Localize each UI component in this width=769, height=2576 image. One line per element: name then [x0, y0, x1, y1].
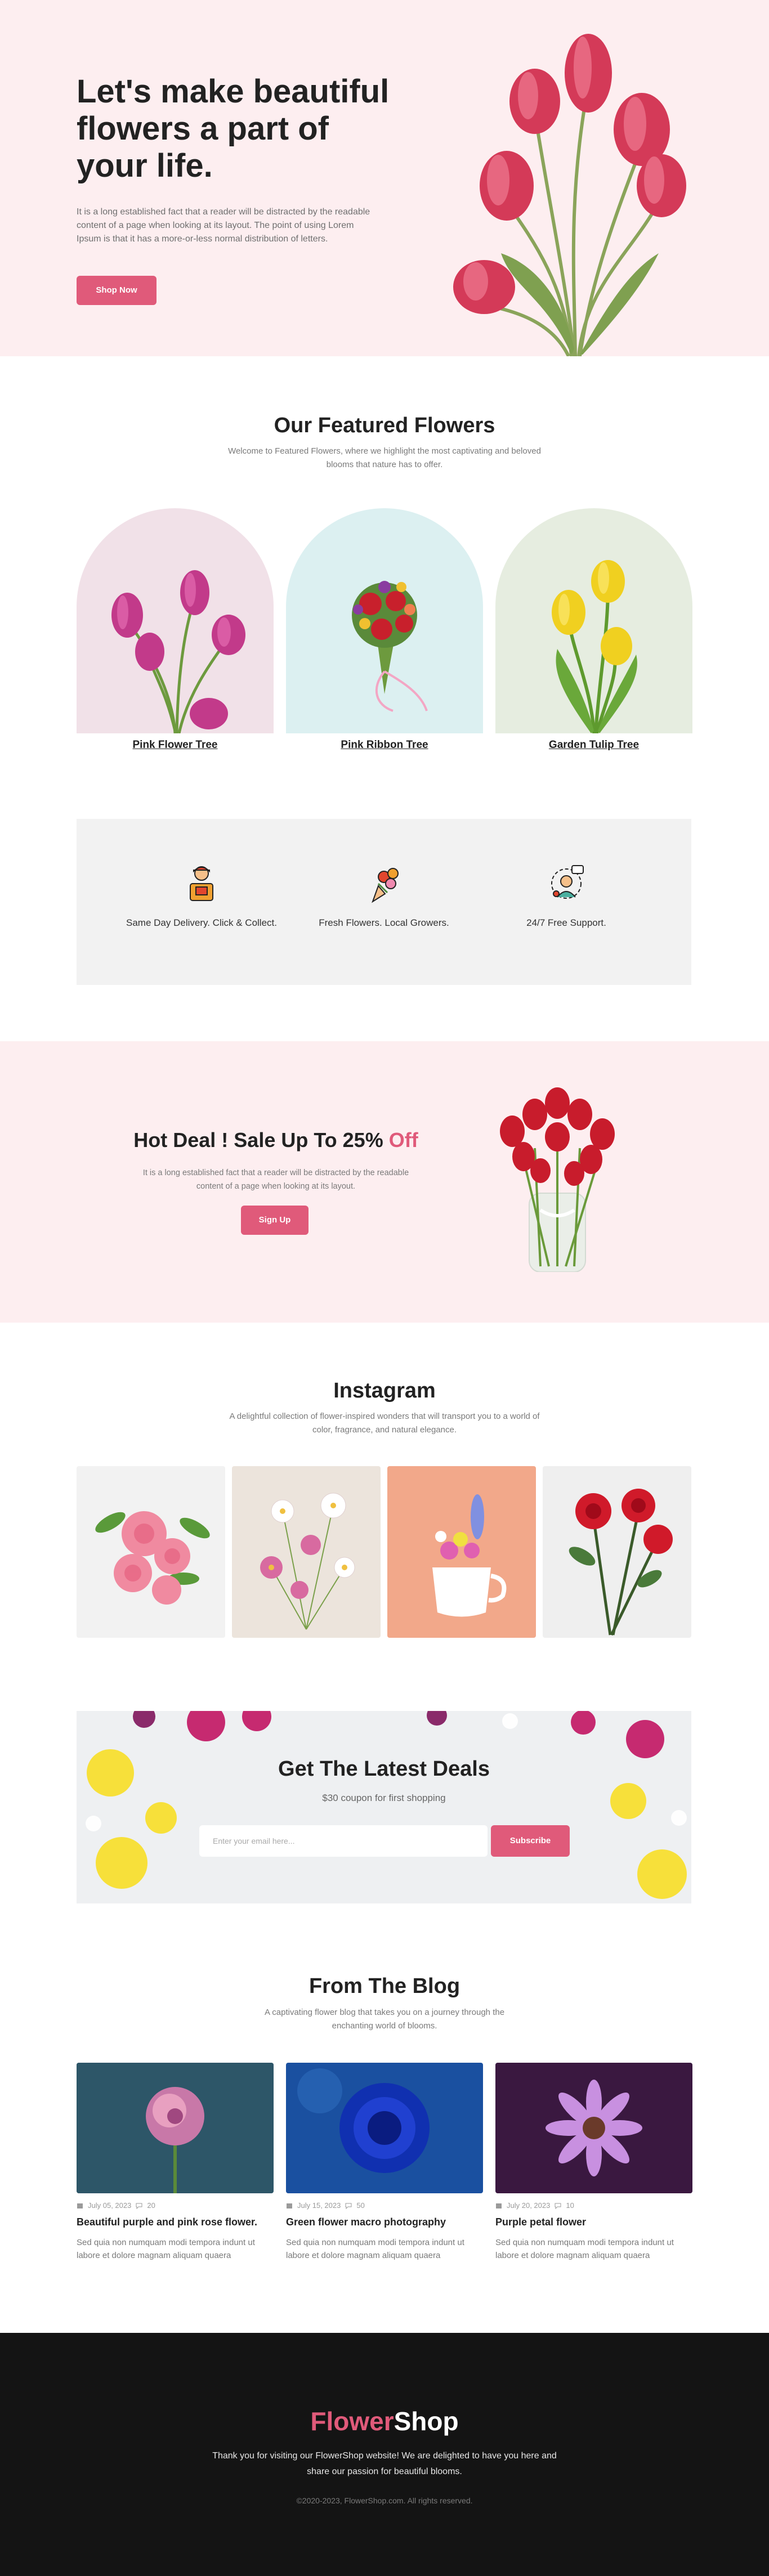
instagram-photo-4[interactable] — [543, 1466, 691, 1638]
instagram-section: Instagram A delightful collection of flo… — [0, 1323, 769, 1660]
purple-daisy-image — [495, 2063, 692, 2193]
instagram-photo-2[interactable] — [232, 1466, 381, 1638]
feature-delivery-label: Same Day Delivery. Click & Collect. — [126, 917, 277, 928]
support-agent-icon — [551, 865, 584, 899]
instagram-title: Instagram — [333, 1379, 436, 1403]
feature-delivery: Same Day Delivery. Click & Collect. — [117, 861, 286, 929]
flowers-in-cup-image — [432, 1494, 507, 1617]
red-roses-image — [569, 1489, 673, 1636]
blog-post-meta: July 05, 2023 20 — [77, 2201, 274, 2210]
featured-title: Our Featured Flowers — [274, 414, 495, 437]
sign-up-button[interactable]: Sign Up — [241, 1206, 309, 1235]
comment-icon — [345, 2203, 352, 2209]
newsletter-title: Get The Latest Deals — [278, 1757, 490, 1781]
deal-title: Hot Deal ! Sale Up To 25% Off — [73, 1128, 479, 1152]
blog-post: July 20, 2023 10 Purple petal flower Sed… — [495, 2063, 692, 2262]
comment-icon — [136, 2203, 142, 2209]
instagram-subtitle: A delightful collection of flower-inspir… — [229, 1412, 540, 1435]
blog-post-date: July 20, 2023 — [507, 2201, 551, 2210]
delivery-person-icon — [190, 866, 213, 901]
red-tulips-image — [453, 34, 686, 356]
yellow-tulip-image — [552, 560, 637, 733]
feature-support-label: 24/7 Free Support. — [526, 917, 606, 928]
calendar-icon — [77, 2203, 83, 2208]
calendar-icon — [287, 2203, 292, 2208]
bouquet-image — [352, 581, 428, 712]
deal-title-text: Hot Deal ! Sale Up To 25% — [133, 1128, 389, 1152]
blog-post-excerpt: Sed quia non numquam modi tempora indunt… — [286, 2238, 464, 2260]
blog-post-date: July 05, 2023 — [88, 2201, 132, 2210]
footer-copyright: ©2020-2023, FlowerShop.com. All rights r… — [296, 2496, 473, 2505]
pink-flower-tree-link[interactable]: Pink Flower Tree — [77, 739, 274, 751]
blog-post-image[interactable] — [495, 2063, 692, 2193]
blog-post-excerpt: Sed quia non numquam modi tempora indunt… — [495, 2238, 674, 2260]
pink-tulip-image — [111, 570, 245, 733]
email-input[interactable] — [199, 1825, 488, 1857]
features-bar: Same Day Delivery. Click & Collect. Fres… — [77, 819, 691, 985]
blog-post-meta: July 20, 2023 10 — [495, 2201, 692, 2210]
featured-flowers-section: Our Featured Flowers Welcome to Featured… — [0, 356, 769, 795]
flowers-background-image — [86, 1711, 687, 1899]
blue-rose-image — [286, 2063, 483, 2193]
feature-support: 24/7 Free Support. — [482, 861, 651, 929]
footer: FlowerShop Thank you for visiting our Fl… — [0, 2333, 769, 2576]
feature-fresh-label: Fresh Flowers. Local Growers. — [319, 917, 449, 928]
footer-logo-shop: Shop — [394, 2407, 459, 2436]
purple-pink-rose-image — [77, 2063, 274, 2193]
comment-icon — [555, 2203, 561, 2209]
blog-post-title[interactable]: Purple petal flower — [495, 2216, 692, 2228]
blog-post-comments: 50 — [356, 2201, 365, 2210]
newsletter-section: Get The Latest Deals $30 coupon for firs… — [77, 1711, 691, 1903]
footer-logo-flower: Flower — [310, 2407, 394, 2436]
deal-text: It is a long established fact that a rea… — [142, 1168, 409, 1191]
bouquet-icon — [372, 868, 399, 903]
hot-deal-section: Hot Deal ! Sale Up To 25% Off It is a lo… — [0, 1041, 769, 1323]
instagram-photo-3[interactable] — [387, 1466, 536, 1638]
blog-post-title[interactable]: Green flower macro photography — [286, 2216, 483, 2228]
feature-fresh: Fresh Flowers. Local Growers. — [299, 861, 468, 929]
blog-post-title[interactable]: Beautiful purple and pink rose flower. — [77, 2216, 274, 2228]
subscribe-button[interactable]: Subscribe — [491, 1825, 570, 1857]
blog-post-excerpt: Sed quia non numquam modi tempora indunt… — [77, 2238, 255, 2260]
garden-tulip-tree-link[interactable]: Garden Tulip Tree — [495, 739, 692, 751]
blog-post-meta: July 15, 2023 50 — [286, 2201, 483, 2210]
blog-title: From The Blog — [309, 1974, 460, 1998]
pink-roses-image — [95, 1511, 210, 1605]
blog-post-comments: 10 — [566, 2201, 574, 2210]
blog-post-date: July 15, 2023 — [297, 2201, 341, 2210]
blog-post-comments: 20 — [147, 2201, 155, 2210]
pink-ribbon-tree-card[interactable] — [286, 508, 483, 733]
shop-now-button[interactable]: Shop Now — [77, 276, 157, 305]
footer-thanks-text: Thank you for visiting our FlowerShop we… — [212, 2451, 557, 2476]
pink-ribbon-tree-link[interactable]: Pink Ribbon Tree — [286, 739, 483, 751]
footer-logo[interactable]: FlowerShop — [0, 2406, 769, 2436]
cosmos-flowers-image — [260, 1493, 355, 1630]
blog-section: From The Blog A captivating flower blog … — [0, 1936, 769, 2330]
blog-post-image[interactable] — [286, 2063, 483, 2193]
featured-subtitle: Welcome to Featured Flowers, where we hi… — [228, 446, 541, 469]
hero-text: It is a long established fact that a rea… — [77, 207, 370, 244]
blog-post-image[interactable] — [77, 2063, 274, 2193]
tulip-vase-image — [500, 1087, 615, 1272]
newsletter-subtitle: $30 coupon for first shopping — [322, 1793, 446, 1803]
deal-title-accent: Off — [388, 1128, 418, 1152]
pink-flower-tree-card[interactable] — [77, 508, 274, 733]
instagram-photo-1[interactable] — [77, 1466, 225, 1638]
calendar-icon — [496, 2203, 502, 2208]
blog-post: July 05, 2023 20 Beautiful purple and pi… — [77, 2063, 274, 2262]
garden-tulip-tree-card[interactable] — [495, 508, 692, 733]
blog-post: July 15, 2023 50 Green flower macro phot… — [286, 2063, 483, 2262]
hero-title: Let's make beautiful flowers a part of y… — [77, 73, 390, 184]
hero-section: Let's make beautiful flowers a part of y… — [0, 0, 769, 356]
blog-subtitle: A captivating flower blog that takes you… — [264, 2008, 505, 2031]
